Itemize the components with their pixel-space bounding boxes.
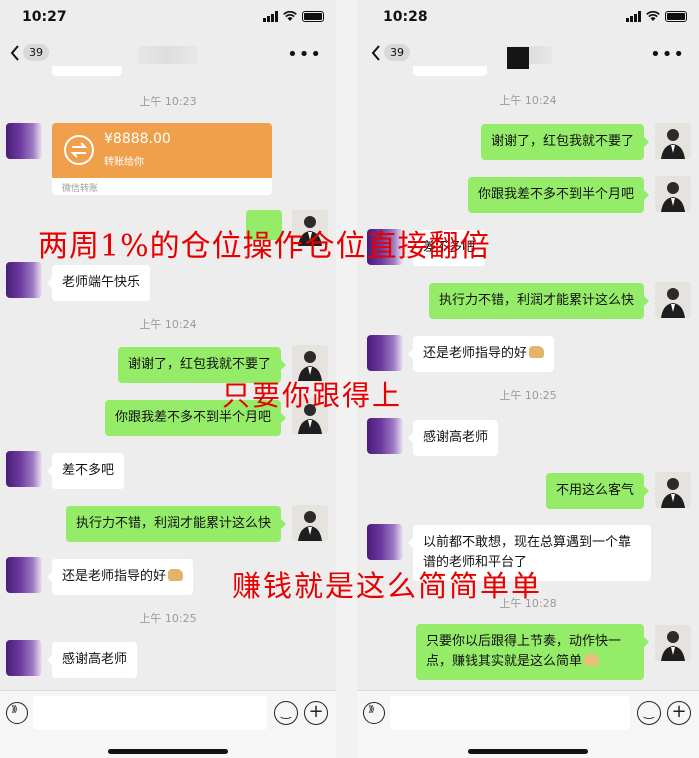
incoming-message[interactable]: 差不多吧 — [407, 230, 486, 266]
contact-avatar[interactable] — [367, 335, 403, 371]
contact-name-blurred — [138, 46, 198, 64]
wifi-icon — [646, 11, 660, 21]
timestamp: 上午 10:23 — [139, 95, 197, 108]
transfer-card[interactable]: ¥8888.00 转账给你 微信转账 — [52, 123, 272, 195]
contact-avatar[interactable] — [367, 524, 403, 560]
more-dots-icon[interactable]: ••• — [650, 44, 685, 65]
user-avatar[interactable] — [292, 210, 328, 246]
contact-avatar[interactable] — [6, 123, 42, 159]
message-text: 还是老师指导的好 — [62, 569, 167, 584]
contact-avatar[interactable] — [6, 640, 42, 676]
outgoing-bubble-partial — [246, 210, 282, 240]
incoming-message[interactable]: 老师端午快乐 — [46, 265, 151, 301]
unread-count-badge: 39 — [384, 44, 410, 61]
transfer-note: 转账给你 — [104, 157, 144, 168]
signal-icon — [626, 11, 641, 22]
timestamp: 上午 10:24 — [139, 318, 197, 331]
voice-icon[interactable] — [363, 702, 385, 724]
user-avatar[interactable] — [292, 398, 328, 434]
thumbs-up-icon — [529, 346, 545, 358]
user-avatar[interactable] — [655, 625, 691, 661]
outgoing-message[interactable]: 执行力不错，利润才能累计这么快 — [428, 283, 650, 319]
contact-name-redaction — [507, 47, 529, 69]
status-icons — [626, 11, 687, 22]
user-avatar[interactable] — [655, 282, 691, 318]
input-bar: ‿ + — [357, 690, 699, 758]
status-time: 10:27 — [22, 9, 67, 25]
plus-icon[interactable]: + — [304, 701, 328, 725]
outgoing-message[interactable]: 你跟我差不多不到半个月吧 — [104, 400, 287, 436]
contact-avatar[interactable] — [367, 418, 403, 454]
status-bar: 10:27 — [0, 0, 336, 36]
user-avatar[interactable] — [655, 123, 691, 159]
incoming-message[interactable]: 感谢高老师 — [407, 420, 499, 456]
thumbs-up-icon — [168, 569, 184, 581]
previous-message-stub — [413, 66, 487, 76]
user-avatar[interactable] — [292, 505, 328, 541]
back-button[interactable]: 39 — [371, 44, 410, 61]
battery-icon — [302, 11, 324, 22]
contact-avatar[interactable] — [367, 229, 403, 265]
chevron-left-icon — [10, 44, 19, 61]
message-input[interactable] — [33, 696, 267, 730]
screens-divider — [336, 0, 357, 758]
voice-icon[interactable] — [6, 702, 28, 724]
previous-message-stub — [52, 66, 122, 76]
incoming-message[interactable]: 还是老师指导的好 — [46, 559, 194, 595]
incoming-message[interactable]: 差不多吧 — [46, 453, 125, 489]
timestamp: 上午 10:24 — [499, 94, 557, 107]
timestamp: 上午 10:28 — [499, 597, 557, 610]
transfer-icon — [64, 135, 94, 165]
outgoing-message[interactable]: 你跟我差不多不到半个月吧 — [467, 177, 650, 213]
contact-avatar[interactable] — [6, 451, 42, 487]
incoming-message[interactable]: 还是老师指导的好 — [407, 336, 555, 372]
status-icons — [263, 11, 324, 22]
user-avatar[interactable] — [292, 345, 328, 381]
more-dots-icon[interactable]: ••• — [287, 44, 322, 65]
back-button[interactable]: 39 — [10, 44, 49, 61]
transfer-label: 微信转账 — [62, 184, 99, 194]
left-chat-screen: 10:27 39 ••• 上午 10:23 ¥8888.00 转账给你 微信转账… — [0, 0, 336, 758]
outgoing-message[interactable]: 只要你以后跟得上节奏，动作快一点，赚钱其实就是这么简单 — [416, 624, 649, 680]
wifi-icon — [283, 11, 297, 21]
emoji-icon[interactable]: ‿ — [274, 701, 298, 725]
incoming-message[interactable]: 感谢高老师 — [46, 642, 138, 678]
battery-icon — [665, 11, 687, 22]
chat-navbar: 39 ••• — [0, 36, 336, 72]
right-chat-screen: 10:28 39 ••• 上午 10:24 谢谢了，红包我就不要了 你跟我差不多… — [357, 0, 699, 758]
outgoing-message[interactable]: 不用这么客气 — [545, 473, 650, 509]
input-bar: ‿ + — [0, 690, 336, 758]
emoji-icon[interactable]: ‿ — [637, 701, 661, 725]
status-bar: 10:28 — [357, 0, 699, 36]
chevron-left-icon — [371, 44, 380, 61]
outgoing-message[interactable]: 谢谢了，红包我就不要了 — [117, 347, 287, 383]
status-time: 10:28 — [383, 9, 428, 25]
home-indicator — [468, 749, 588, 754]
user-avatar[interactable] — [655, 472, 691, 508]
message-input[interactable] — [390, 696, 630, 730]
incoming-message[interactable]: 以前都不敢想，现在总算遇到一个靠谱的老师和平台了 — [408, 525, 651, 581]
message-text: 还是老师指导的好 — [423, 346, 528, 361]
timestamp: 上午 10:25 — [499, 389, 557, 402]
unread-count-badge: 39 — [23, 44, 49, 61]
plus-icon[interactable]: + — [667, 701, 691, 725]
chat-navbar: 39 ••• — [357, 36, 699, 72]
outgoing-message[interactable]: 执行力不错，利润才能累计这么快 — [65, 506, 287, 542]
emoji-sticker-icon — [584, 654, 600, 666]
transfer-amount: ¥8888.00 — [104, 131, 171, 147]
home-indicator — [108, 749, 228, 754]
outgoing-message[interactable]: 谢谢了，红包我就不要了 — [480, 124, 650, 160]
signal-icon — [263, 11, 278, 22]
contact-avatar[interactable] — [6, 557, 42, 593]
contact-avatar[interactable] — [6, 262, 42, 298]
timestamp: 上午 10:25 — [139, 612, 197, 625]
user-avatar[interactable] — [655, 176, 691, 212]
